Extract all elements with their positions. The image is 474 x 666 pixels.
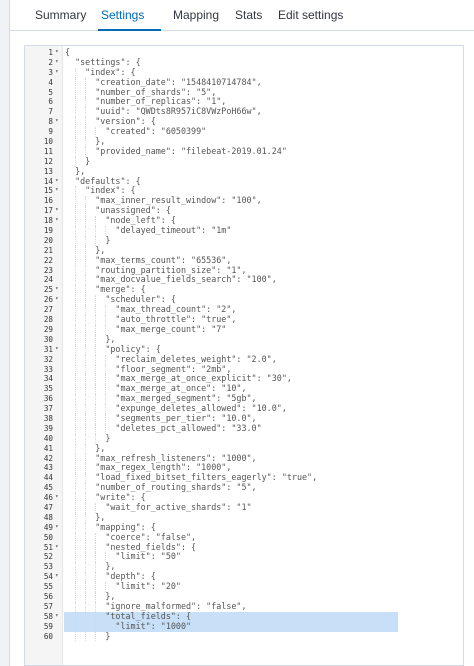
active-tab-indicator [98,29,161,31]
line-number: 58 [43,611,53,621]
line-number: 59 [43,621,53,631]
fold-toggle-icon[interactable]: ▾ [55,176,59,186]
fold-toggle-icon[interactable]: ▾ [55,57,59,67]
line-number: 22 [43,255,53,265]
fold-toggle-icon[interactable]: ▾ [55,185,59,195]
code-line[interactable]: 11 "provided_name": "filebeat-2019.01.24… [25,145,463,157]
line-number: 18 [43,216,53,226]
line-number: 2 [48,57,53,67]
line-number: 40 [43,433,53,443]
line-number: 53 [43,562,53,572]
fold-toggle-icon[interactable]: ▾ [55,522,59,532]
fold-toggle-icon[interactable]: ▾ [55,294,59,304]
line-number: 38 [43,413,53,423]
fold-toggle-icon[interactable]: ▾ [55,611,59,621]
line-number: 46 [43,493,53,503]
fold-toggle-icon[interactable]: ▾ [55,492,59,502]
fold-toggle-icon[interactable]: ▾ [55,67,59,77]
line-number: 35 [43,384,53,394]
fold-toggle-icon[interactable]: ▾ [55,205,59,215]
line-number: 39 [43,423,53,433]
line-number: 14 [43,176,53,186]
line-number: 11 [43,146,53,156]
line-number: 27 [43,305,53,315]
fold-toggle-icon[interactable]: ▾ [55,47,59,57]
line-number: 52 [43,552,53,562]
line-number: 7 [48,107,53,117]
line-number: 37 [43,404,53,414]
line-number: 57 [43,601,53,611]
line-number: 41 [43,443,53,453]
line-number: 36 [43,394,53,404]
code-line[interactable]: 60 } [25,630,463,642]
line-number: 48 [43,512,53,522]
line-number: 23 [43,265,53,275]
code-line[interactable]: 12 } [25,156,463,167]
line-number: 49 [43,522,53,532]
left-panel-edge [0,0,10,666]
line-number: 34 [43,374,53,384]
fold-toggle-icon[interactable]: ▾ [55,344,59,354]
line-number: 15 [43,186,53,196]
line-number: 24 [43,275,53,285]
line-number: 20 [43,235,53,245]
line-number: 45 [43,483,53,493]
line-number: 19 [43,226,53,236]
line-number: 8 [48,117,53,127]
line-number: 9 [48,127,53,137]
line-number: 55 [43,582,53,592]
code-text: "provided_name": "filebeat-2019.01.24" [65,145,287,156]
line-number: 6 [48,97,53,107]
tab-stats[interactable]: Stats [235,8,262,22]
line-number: 31 [43,344,53,354]
line-number: 54 [43,572,53,582]
tab-summary[interactable]: Summary [35,8,86,22]
line-number: 13 [43,166,53,176]
line-number: 60 [43,631,53,641]
line-number: 44 [43,473,53,483]
line-number: 29 [43,324,53,334]
line-number: 16 [43,196,53,206]
tab-mapping[interactable]: Mapping [173,8,219,22]
fold-toggle-icon[interactable]: ▾ [55,542,59,552]
line-number: 50 [43,532,53,542]
line-number: 51 [43,542,53,552]
code-editor[interactable]: 1 ▾{2 ▾ "settings": {3 ▾ "index": {4 "creat… [24,45,464,666]
line-number: 33 [43,364,53,374]
line-number: 1 [48,48,53,57]
line-number: 4 [48,77,53,87]
fold-toggle-icon[interactable]: ▾ [55,571,59,581]
line-number: 42 [43,453,53,463]
line-number: 30 [43,334,53,344]
line-number: 26 [43,295,53,305]
tab-settings[interactable]: Settings [101,8,144,22]
line-number: 25 [43,285,53,295]
tab-bar: Summary Settings Mapping Stats Edit sett… [10,0,474,31]
line-number: 43 [43,463,53,473]
code-content[interactable]: 1 ▾{2 ▾ "settings": {3 ▾ "index": {4 "creat… [25,46,463,642]
line-number: 47 [43,502,53,512]
line-number: 21 [43,245,53,255]
code-text: } [65,630,111,641]
line-number: 3 [48,67,53,77]
line-number: 32 [43,354,53,364]
fold-toggle-icon[interactable]: ▾ [55,116,59,126]
line-number: 28 [43,315,53,325]
line-number: 10 [43,137,53,147]
tab-edit-settings[interactable]: Edit settings [278,8,343,22]
fold-toggle-icon[interactable]: ▾ [55,215,59,225]
fold-toggle-icon[interactable]: ▾ [55,284,59,294]
line-number: 5 [48,87,53,97]
line-number: 17 [43,206,53,216]
line-number: 56 [43,591,53,601]
line-number: 12 [43,156,53,166]
